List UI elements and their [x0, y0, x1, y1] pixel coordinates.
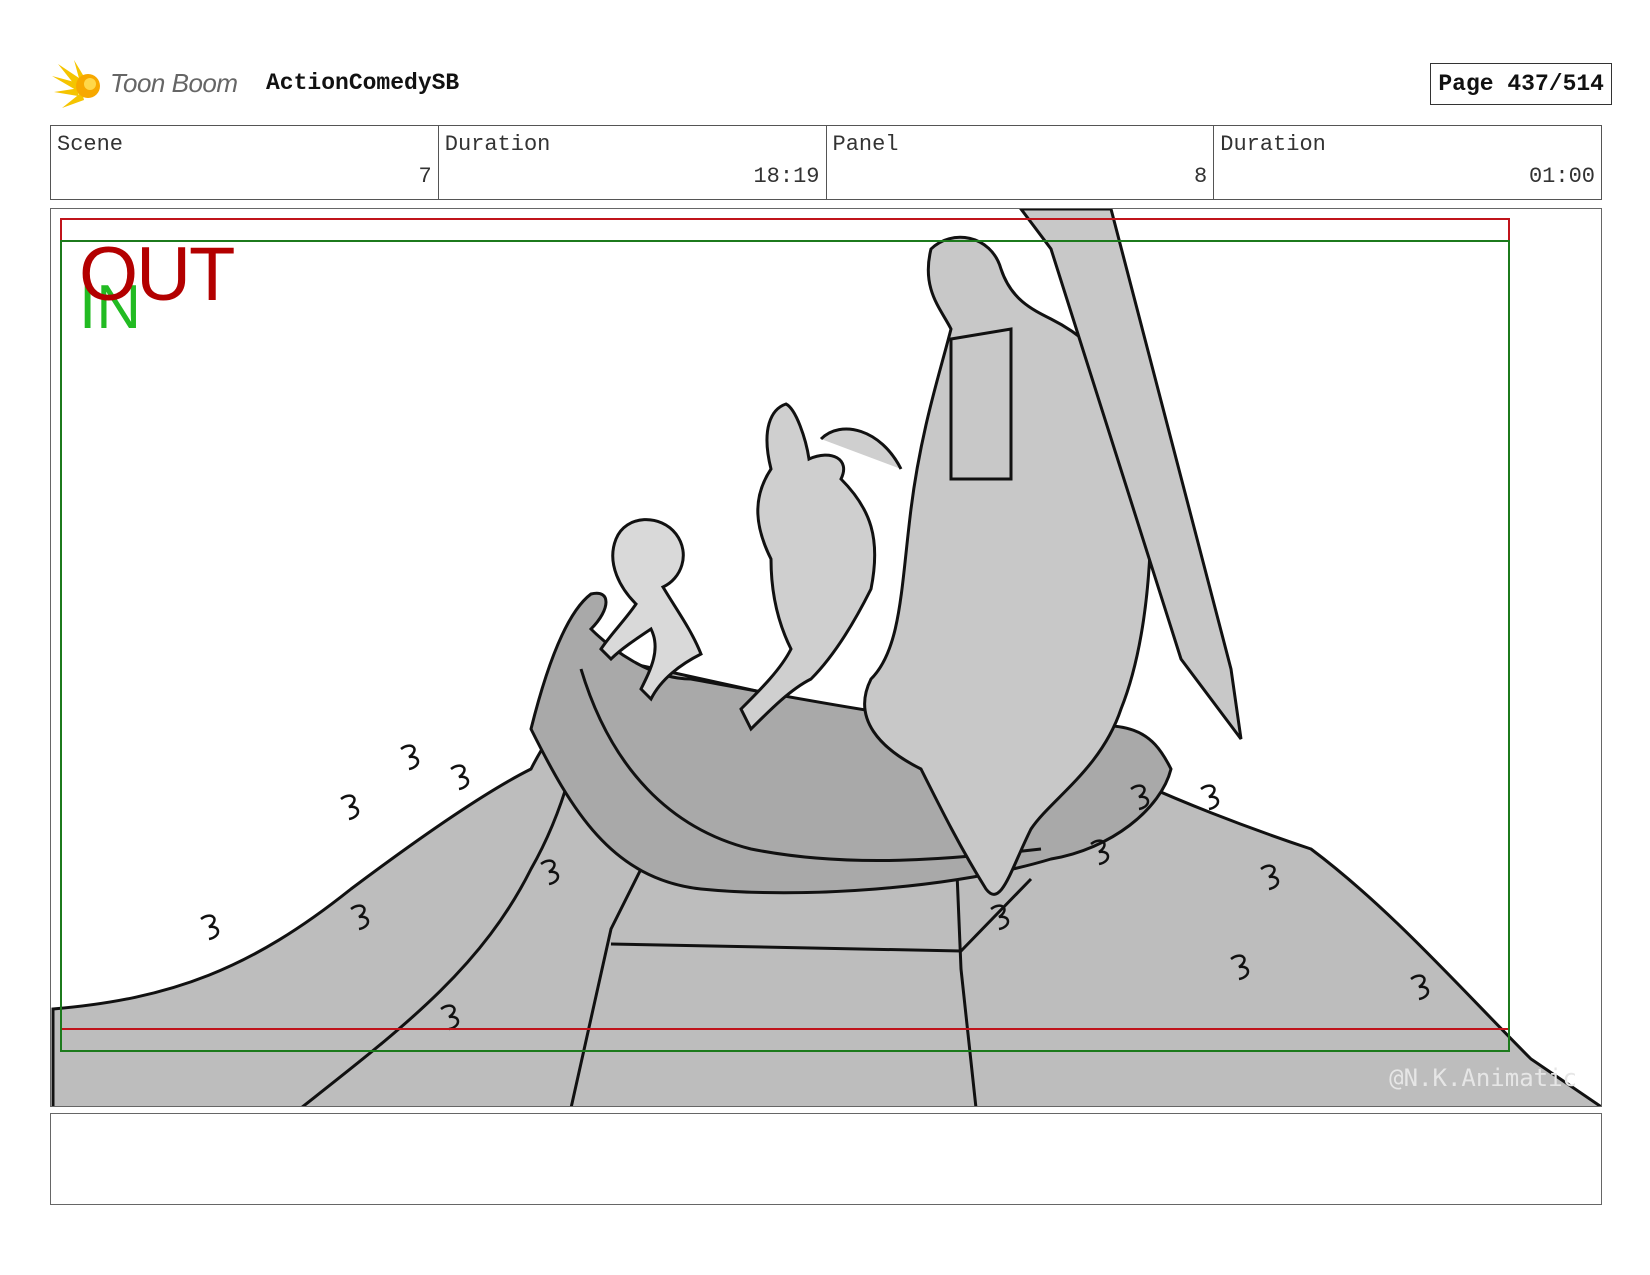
panel-duration-cell: Duration 01:00 — [1214, 126, 1601, 199]
panel-value: 8 — [1194, 164, 1208, 189]
panel-duration-value: 01:00 — [1528, 164, 1595, 189]
scene-duration-cell: Duration 18:19 — [439, 126, 827, 199]
storyboard-panel-image: IN OUT @N.K.Animatic — [50, 208, 1602, 1107]
panel-notes-box[interactable] — [50, 1113, 1602, 1205]
project-title: ActionComedySB — [266, 70, 460, 96]
page-number: Page 437/514 — [1430, 63, 1612, 105]
scene-duration-label: Duration — [444, 132, 551, 157]
scene-duration-value: 18:19 — [753, 164, 820, 189]
page-header: Toon Boom ActionComedySB Page 437/514 — [52, 56, 1612, 110]
toon-boom-logo-icon — [52, 60, 100, 108]
scene-info-table: Scene 7 Duration 18:19 Panel 8 Duration … — [50, 125, 1602, 200]
panel-duration-label: Duration — [1220, 132, 1326, 157]
scene-label: Scene — [57, 132, 124, 157]
watermark: @N.K.Animatic — [1389, 1064, 1577, 1092]
brand-name: Toon Boom — [110, 68, 238, 98]
panel-sketch — [51, 209, 1601, 1106]
scene-cell: Scene 7 — [51, 126, 439, 199]
scene-value: 7 — [418, 164, 432, 189]
out-frame-marker: OUT — [79, 232, 235, 317]
panel-cell: Panel 8 — [827, 126, 1215, 199]
panel-label: Panel — [832, 132, 899, 157]
